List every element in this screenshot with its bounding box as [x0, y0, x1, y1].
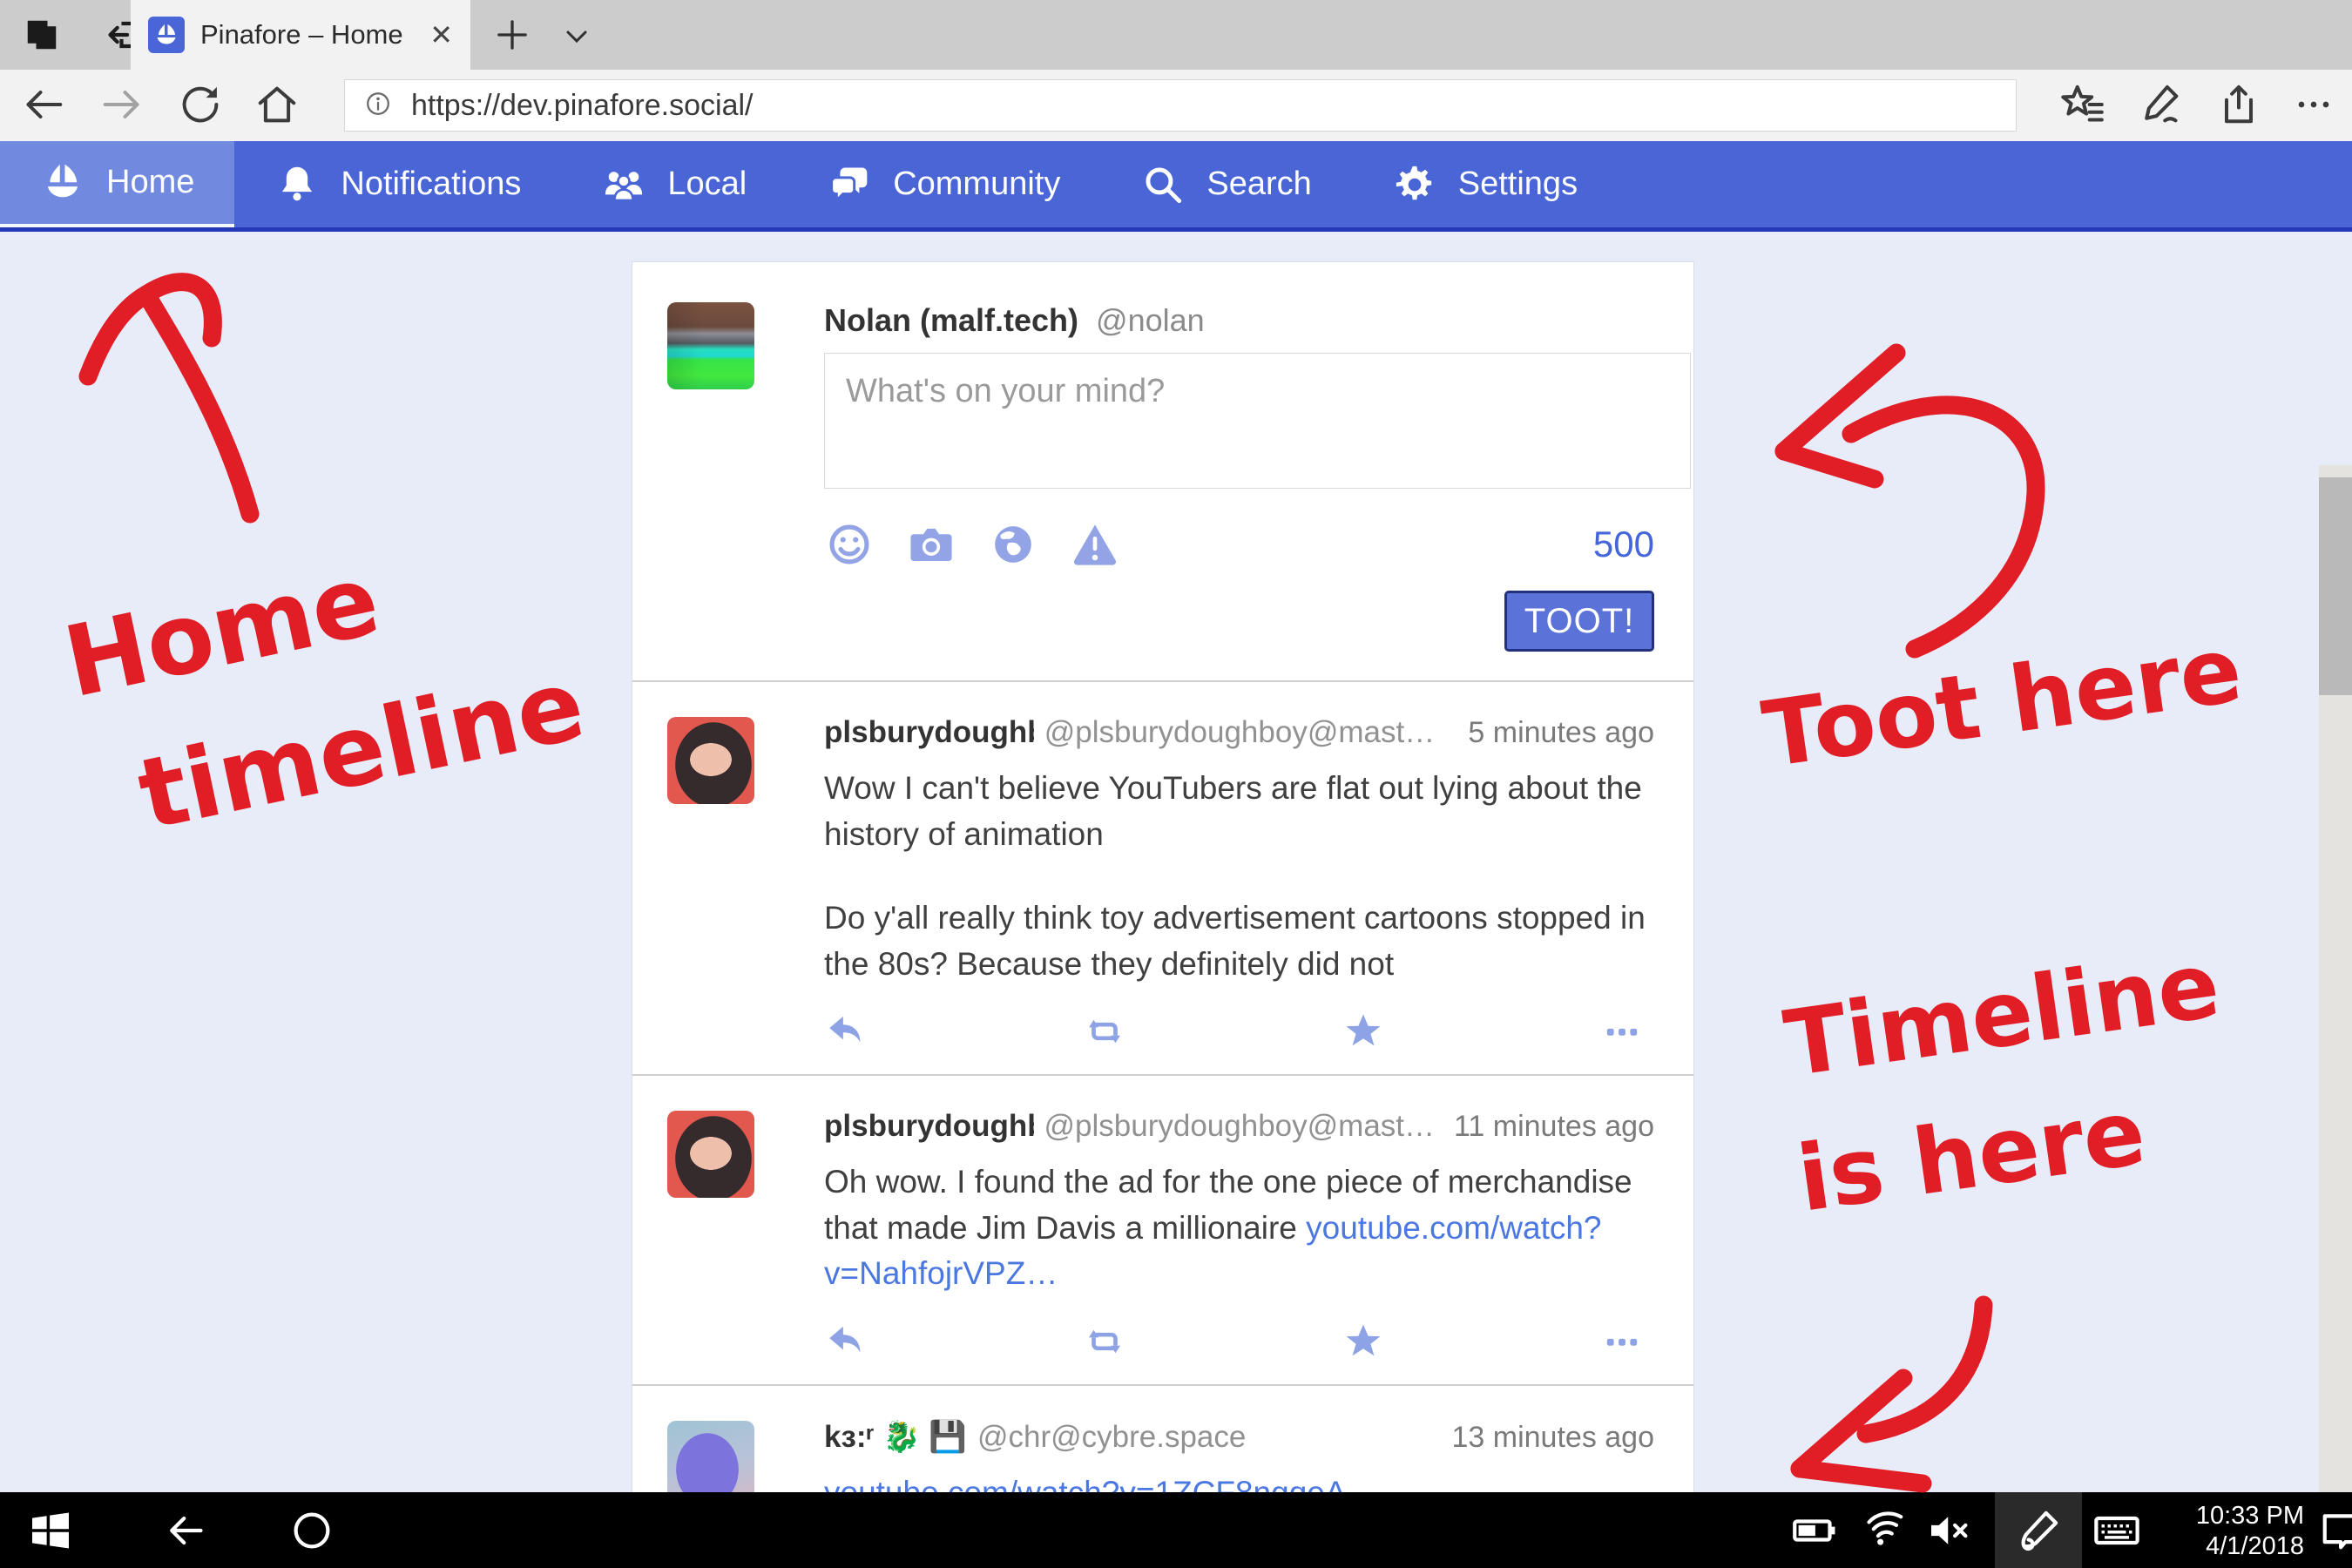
pen-icon[interactable]: [2014, 1506, 2063, 1555]
char-count: 500: [1593, 524, 1654, 565]
nav-label-local: Local: [667, 166, 747, 203]
forward-icon[interactable]: [98, 80, 146, 129]
avatar[interactable]: [667, 302, 754, 389]
avatar[interactable]: [667, 717, 754, 804]
favorite-star-icon[interactable]: [1342, 1010, 1385, 1053]
media-camera-icon[interactable]: [906, 519, 956, 570]
timeline-column: Nolan (malf.tech) @nolan: [632, 261, 1694, 1492]
more-options-icon[interactable]: [1600, 1320, 1644, 1363]
post-content: Wow I can't believe YouTubers are flat o…: [824, 766, 1654, 987]
avatar[interactable]: [667, 1111, 754, 1198]
cortana-icon[interactable]: [287, 1506, 336, 1555]
boost-icon[interactable]: [1083, 1010, 1126, 1053]
tab-list-chevron-icon[interactable]: [559, 19, 594, 54]
compose-box: Nolan (malf.tech) @nolan: [632, 262, 1693, 682]
timeline-post[interactable]: plsburydoughboy @plsburydoughboy@mastodo…: [632, 1076, 1693, 1386]
browser-toolbar: [0, 70, 2352, 141]
back-icon[interactable]: [19, 80, 68, 129]
share-icon[interactable]: [2214, 80, 2263, 129]
nav-label-search: Search: [1206, 166, 1311, 203]
battery-icon[interactable]: [1790, 1506, 1839, 1555]
avatar[interactable]: [667, 1421, 754, 1492]
wifi-icon[interactable]: [1860, 1506, 1909, 1555]
sailboat-icon: [40, 160, 85, 206]
post-link[interactable]: youtube.com/watch?v=1ZCF8ngqeA…: [824, 1475, 1379, 1492]
post-paragraph: Wow I can't believe YouTubers are flat o…: [824, 766, 1654, 857]
new-tab-icon[interactable]: [493, 16, 531, 54]
address-bar[interactable]: [344, 79, 2017, 132]
display-name[interactable]: kз:ʳ 🐉 💾: [824, 1419, 967, 1455]
post-content: Oh wow. I found the ad for the one piece…: [824, 1159, 1654, 1297]
url-input[interactable]: [411, 89, 1892, 123]
nav-label-notifications: Notifications: [341, 166, 521, 203]
account-handle: @nolan: [1096, 302, 1205, 338]
nav-item-home[interactable]: Home: [0, 141, 234, 227]
page-scrollbar[interactable]: [2319, 465, 2352, 1492]
search-icon: [1140, 162, 1186, 207]
reply-icon[interactable]: [824, 1010, 868, 1053]
compose-input[interactable]: [824, 353, 1691, 489]
content-warning-icon[interactable]: [1070, 519, 1120, 570]
compose-account: Nolan (malf.tech) @nolan: [824, 302, 1654, 339]
browser-menu-ellipsis-icon[interactable]: [2289, 80, 2338, 129]
emoji-icon[interactable]: [824, 519, 875, 570]
nav-item-community[interactable]: Community: [787, 141, 1100, 227]
toot-button[interactable]: TOOT!: [1504, 591, 1654, 652]
display-name: Nolan (malf.tech): [824, 302, 1078, 338]
bell-icon: [274, 162, 320, 207]
favorites-hub-icon[interactable]: [2058, 80, 2106, 129]
timestamp: 11 minutes ago: [1436, 1110, 1654, 1144]
timeline-post[interactable]: plsburydoughboy @plsburydoughboy@mastodo…: [632, 682, 1693, 1076]
volume-muted-icon[interactable]: [1925, 1506, 1974, 1555]
boost-icon[interactable]: [1083, 1320, 1126, 1363]
favorite-star-icon[interactable]: [1342, 1320, 1385, 1363]
page-background: Nolan (malf.tech) @nolan: [0, 233, 2352, 1492]
web-note-pen-icon[interactable]: [2136, 80, 2185, 129]
nav-item-search[interactable]: Search: [1100, 141, 1351, 227]
privacy-globe-icon[interactable]: [988, 519, 1038, 570]
reply-icon[interactable]: [824, 1320, 868, 1363]
timestamp: 13 minutes ago: [1435, 1421, 1655, 1455]
nav-item-settings[interactable]: Settings: [1352, 141, 1618, 227]
tab-close-icon[interactable]: ✕: [429, 18, 453, 51]
display-name[interactable]: plsburydoughboy: [824, 715, 1034, 750]
clock-time: 10:33 PM: [2156, 1501, 2304, 1531]
display-name[interactable]: plsburydoughboy: [824, 1109, 1034, 1144]
taskbar-clock[interactable]: 10:33 PM 4/1/2018: [2156, 1501, 2304, 1562]
start-button-icon[interactable]: [26, 1506, 75, 1555]
nav-item-notifications[interactable]: Notifications: [234, 141, 561, 227]
pinafore-nav: Home Notifications Local Community Searc…: [0, 141, 2352, 232]
account-handle[interactable]: @plsburydoughboy@mastodon.so…: [1044, 715, 1451, 750]
speech-bubbles-icon: [827, 162, 872, 207]
refresh-icon[interactable]: [176, 80, 225, 129]
account-handle[interactable]: @plsburydoughboy@mastodon.s…: [1044, 1109, 1437, 1144]
account-handle[interactable]: @chr@cybre.space: [977, 1420, 1246, 1455]
scrollbar-thumb[interactable]: [2319, 477, 2352, 695]
home-icon[interactable]: [253, 80, 301, 129]
nav-label-home: Home: [106, 164, 194, 201]
gear-icon: [1392, 162, 1437, 207]
timestamp: 5 minutes ago: [1450, 716, 1654, 750]
browser-tab-bar: Pinafore – Home ✕: [0, 0, 2352, 70]
more-options-icon[interactable]: [1600, 1010, 1644, 1053]
action-center-icon[interactable]: [2317, 1506, 2352, 1555]
nav-label-settings: Settings: [1458, 166, 1578, 203]
timeline-post[interactable]: kз:ʳ 🐉 💾 @chr@cybre.space 13 minutes ago…: [632, 1386, 1693, 1492]
taskbar-back-icon[interactable]: [161, 1506, 210, 1555]
site-info-icon[interactable]: [362, 88, 394, 124]
post-paragraph: Do y'all really think toy advertisement …: [824, 896, 1654, 987]
nav-label-community: Community: [893, 166, 1060, 203]
pen-workspace-cell[interactable]: [1995, 1492, 2082, 1568]
people-icon: [601, 162, 646, 207]
tab-preview-icon[interactable]: [19, 12, 64, 62]
post-content: youtube.com/watch?v=1ZCF8ngqeA…: [824, 1470, 1654, 1492]
browser-tab[interactable]: Pinafore – Home ✕: [131, 0, 470, 70]
clock-date: 4/1/2018: [2156, 1531, 2304, 1562]
tab-title: Pinafore – Home: [200, 19, 417, 51]
windows-taskbar: 10:33 PM 4/1/2018: [0, 1492, 2352, 1568]
touch-keyboard-icon[interactable]: [2092, 1506, 2141, 1555]
pinafore-favicon-icon: [148, 17, 185, 53]
nav-item-local[interactable]: Local: [561, 141, 787, 227]
